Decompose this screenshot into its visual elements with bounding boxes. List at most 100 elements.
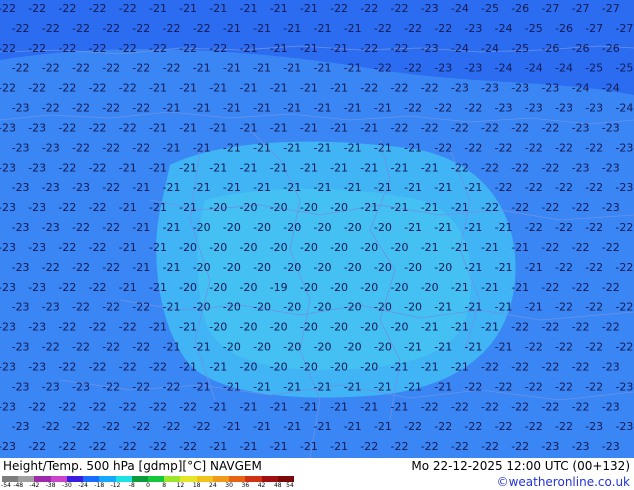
temperature-label: -23 bbox=[0, 400, 16, 413]
temperature-label: -22 bbox=[89, 440, 107, 453]
colorbar-tick-label: 48 bbox=[273, 482, 282, 489]
temperature-label: -27 bbox=[572, 2, 590, 15]
temperature-label: -22 bbox=[89, 2, 107, 15]
temperature-label: -21 bbox=[193, 341, 211, 354]
temperature-label: -22 bbox=[391, 82, 409, 95]
temperature-label: -21 bbox=[374, 420, 392, 433]
temperature-label: -23 bbox=[541, 82, 559, 95]
credit-link[interactable]: ©weatheronline.co.uk bbox=[497, 475, 630, 489]
temperature-label: -22 bbox=[0, 42, 16, 55]
temperature-label: -21 bbox=[360, 122, 378, 135]
temperature-label: -23 bbox=[495, 102, 513, 115]
temperature-label: -22 bbox=[511, 440, 529, 453]
temperature-label: -21 bbox=[300, 2, 318, 15]
temperature-label: -20 bbox=[314, 301, 332, 314]
temperature-label: -22 bbox=[132, 141, 150, 154]
temperature-label: -21 bbox=[179, 321, 197, 334]
temperature-label: -20 bbox=[330, 360, 348, 373]
temperature-label: -21 bbox=[223, 102, 241, 115]
temperature-label: -22 bbox=[89, 161, 107, 174]
temperature-label: -21 bbox=[240, 440, 258, 453]
temperature-label: -20 bbox=[240, 241, 258, 254]
temperature-label: -21 bbox=[209, 400, 227, 413]
temperature-label: -22 bbox=[360, 440, 378, 453]
temperature-label: -21 bbox=[270, 400, 288, 413]
temperature-label: -20 bbox=[314, 221, 332, 234]
temperature-label: -21 bbox=[404, 141, 422, 154]
temperature-label: -23 bbox=[585, 102, 603, 115]
temperature-label: -21 bbox=[270, 2, 288, 15]
temperature-label: -23 bbox=[28, 122, 46, 135]
colorbar-tick-label: -42 bbox=[29, 482, 40, 489]
temperature-label: -21 bbox=[193, 141, 211, 154]
temperature-label: -22 bbox=[89, 241, 107, 254]
temperature-label: -21 bbox=[300, 82, 318, 95]
temperature-label: -21 bbox=[525, 301, 543, 314]
temperature-label: -23 bbox=[602, 400, 620, 413]
temperature-label: -21 bbox=[344, 22, 362, 35]
temperature-label: -21 bbox=[495, 261, 513, 274]
temperature-label: -21 bbox=[434, 380, 452, 393]
temperature-label: -21 bbox=[209, 82, 227, 95]
temperature-label: -21 bbox=[391, 360, 409, 373]
temperature-label: -21 bbox=[270, 122, 288, 135]
temperature-label: -22 bbox=[555, 380, 573, 393]
temperature-label: -22 bbox=[421, 400, 439, 413]
temperature-label: -20 bbox=[434, 261, 452, 274]
temperature-label: -21 bbox=[270, 42, 288, 55]
temperature-label: -21 bbox=[119, 241, 137, 254]
temperature-label: -21 bbox=[451, 241, 469, 254]
temperature-label: -23 bbox=[421, 42, 439, 55]
temperature-label: -22 bbox=[525, 380, 543, 393]
temperature-label: -22 bbox=[58, 42, 76, 55]
temperature-label: -21 bbox=[283, 62, 301, 75]
temperature-label: -22 bbox=[72, 341, 90, 354]
temperature-label: -21 bbox=[481, 321, 499, 334]
temperature-label: -21 bbox=[391, 201, 409, 214]
temperature-label: -21 bbox=[283, 420, 301, 433]
temperature-label: -21 bbox=[481, 281, 499, 294]
temperature-label: -21 bbox=[253, 380, 271, 393]
temperature-label: -21 bbox=[132, 181, 150, 194]
temperature-label: -22 bbox=[102, 22, 120, 35]
temperature-label: -21 bbox=[434, 301, 452, 314]
temperature-label: -23 bbox=[615, 420, 633, 433]
temperature-label: -22 bbox=[511, 321, 529, 334]
temperature-label: -22 bbox=[58, 82, 76, 95]
temperature-label: -21 bbox=[464, 301, 482, 314]
temperature-label: -23 bbox=[72, 181, 90, 194]
temperature-label: -22 bbox=[89, 321, 107, 334]
temperature-label: -22 bbox=[404, 62, 422, 75]
colorbar-tick-label: 12 bbox=[176, 482, 185, 489]
temperature-label: -21 bbox=[464, 221, 482, 234]
temperature-label: -22 bbox=[89, 400, 107, 413]
temperature-label: -21 bbox=[179, 360, 197, 373]
temperature-label: -21 bbox=[300, 42, 318, 55]
temperature-label: -22 bbox=[511, 122, 529, 135]
temperature-label: -21 bbox=[300, 122, 318, 135]
temperature-label: -23 bbox=[434, 62, 452, 75]
temperature-label: -22 bbox=[602, 281, 620, 294]
temperature-label: -26 bbox=[572, 42, 590, 55]
temperature-label: -22 bbox=[451, 440, 469, 453]
temperature-label: -20 bbox=[240, 201, 258, 214]
temperature-label: -20 bbox=[391, 321, 409, 334]
temperature-label: -22 bbox=[149, 440, 167, 453]
temperature-label: -21 bbox=[149, 2, 167, 15]
temperature-label: -21 bbox=[300, 400, 318, 413]
temperature-label: -22 bbox=[102, 102, 120, 115]
temperature-label: -22 bbox=[28, 440, 46, 453]
temperature-label: -22 bbox=[72, 221, 90, 234]
temperature-label: -21 bbox=[193, 102, 211, 115]
temperature-label: -21 bbox=[421, 161, 439, 174]
temperature-label: -22 bbox=[391, 2, 409, 15]
temperature-label: -22 bbox=[555, 141, 573, 154]
temperature-label: -22 bbox=[72, 22, 90, 35]
temperature-label: -21 bbox=[163, 102, 181, 115]
temperature-label: -22 bbox=[179, 440, 197, 453]
colorbar-tick-label: 36 bbox=[241, 482, 250, 489]
temperature-label: -20 bbox=[374, 261, 392, 274]
temperature-label: -21 bbox=[240, 161, 258, 174]
temperature-label: -22 bbox=[119, 42, 137, 55]
temperature-label: -22 bbox=[572, 360, 590, 373]
